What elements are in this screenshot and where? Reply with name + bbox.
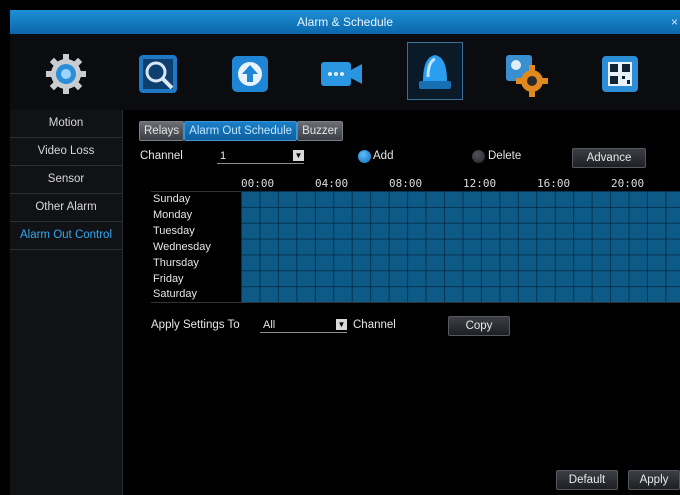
close-icon[interactable]: ×	[671, 10, 678, 34]
channel-suffix-label: Channel	[353, 319, 396, 331]
copy-button[interactable]: Copy	[448, 316, 510, 336]
settings-gear-icon[interactable]	[499, 48, 551, 100]
title-bar: Alarm & Schedule ×	[10, 10, 680, 34]
sidebar-item-other-alarm[interactable]: Other Alarm	[10, 194, 122, 222]
day-label-monday: Monday	[153, 209, 193, 221]
sidebar-item-motion[interactable]: Motion	[10, 110, 122, 138]
add-label: Add	[373, 150, 394, 162]
schedule-grid: 00:00 04:00 08:00 12:00 16:00 20:00 Sund…	[151, 175, 680, 303]
sidebar-item-sensor[interactable]: Sensor	[10, 166, 122, 194]
delete-radio[interactable]	[472, 150, 485, 163]
sidebar: Motion Video Loss Sensor Other Alarm Ala…	[10, 110, 123, 495]
channel-select-value: 1	[220, 150, 227, 162]
channel-select[interactable]: 1 ▼	[217, 149, 304, 164]
apply-settings-label: Apply Settings To	[151, 319, 240, 331]
tab-alarm-out-schedule[interactable]: Alarm Out Schedule	[184, 121, 298, 141]
divider	[151, 302, 680, 303]
main-panel: Relays Alarm Out Schedule Buzzer Channel…	[123, 110, 680, 495]
default-button[interactable]: Default	[556, 470, 618, 490]
window-title: Alarm & Schedule	[296, 15, 394, 29]
day-label-sunday: Sunday	[153, 193, 191, 205]
qr-code-icon[interactable]	[594, 48, 646, 100]
time-label: 16:00	[537, 177, 571, 190]
time-label: 08:00	[389, 177, 423, 190]
system-gear-icon[interactable]	[40, 48, 92, 100]
schedule-cells[interactable]	[241, 191, 680, 302]
sidebar-item-alarm-out-control[interactable]: Alarm Out Control	[10, 222, 122, 250]
delete-label: Delete	[488, 150, 522, 162]
day-label-thursday: Thursday	[153, 257, 199, 269]
time-label: 20:00	[611, 177, 645, 190]
tab-buzzer[interactable]: Buzzer	[297, 121, 343, 141]
time-label: 04:00	[315, 177, 349, 190]
apply-settings-value: All	[263, 319, 276, 331]
tab-bar: Relays Alarm Out Schedule Buzzer	[139, 121, 343, 141]
toolbar	[10, 34, 680, 111]
chevron-down-icon: ▼	[336, 319, 347, 330]
time-header: 00:00 04:00 08:00 12:00 16:00 20:00	[241, 175, 680, 191]
day-label-wednesday: Wednesday	[153, 241, 211, 253]
upload-icon[interactable]	[224, 48, 276, 100]
alarm-schedule-window: Alarm & Schedule × Motion Video Loss Sen…	[10, 10, 680, 495]
tab-relays[interactable]: Relays	[139, 121, 185, 141]
time-label: 00:00	[241, 177, 275, 190]
advance-button[interactable]: Advance	[572, 148, 646, 168]
camera-icon[interactable]	[316, 48, 368, 100]
search-icon[interactable]	[132, 48, 184, 100]
day-label-saturday: Saturday	[153, 288, 198, 300]
sidebar-item-video-loss[interactable]: Video Loss	[10, 138, 122, 166]
day-label-friday: Friday	[153, 273, 184, 285]
alarm-siren-icon[interactable]	[407, 42, 463, 100]
apply-button[interactable]: Apply	[628, 470, 680, 490]
day-label-tuesday: Tuesday	[153, 225, 195, 237]
time-label: 12:00	[463, 177, 497, 190]
apply-settings-select[interactable]: All ▼	[260, 318, 347, 333]
channel-label: Channel	[140, 150, 183, 162]
add-radio[interactable]	[358, 150, 371, 163]
chevron-down-icon: ▼	[293, 150, 304, 161]
